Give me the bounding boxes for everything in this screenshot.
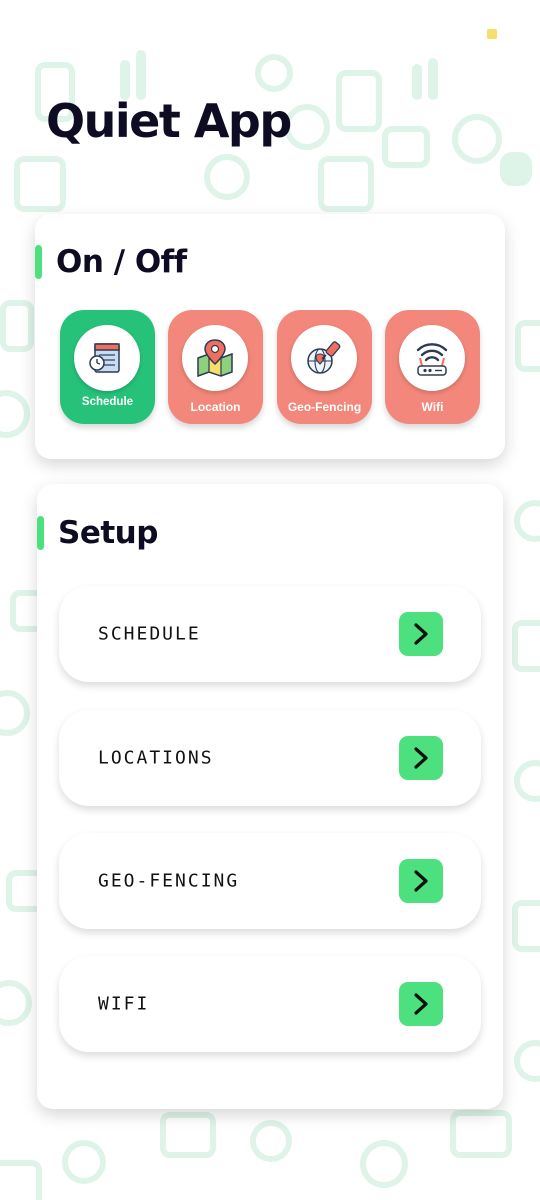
status-indicator (487, 29, 497, 39)
setup-item-label: WIFI (98, 993, 150, 1015)
toggle-label: Wifi (421, 400, 444, 414)
toggle-geo-fencing[interactable]: Geo-Fencing (277, 310, 372, 424)
setup-item-geo-fencing[interactable]: GEO-FENCING (59, 833, 481, 929)
setup-header: Setup (37, 515, 158, 551)
setup-item-label: SCHEDULE (98, 623, 201, 645)
map-pin-icon (182, 325, 248, 391)
toggle-schedule[interactable]: Schedule (60, 310, 155, 424)
section-accent-bar (37, 516, 44, 550)
toggle-label: Location (190, 400, 241, 414)
on-off-title: On / Off (56, 244, 187, 280)
on-off-card: On / Off Schedule Location Geo-Fencing W… (35, 214, 505, 459)
calendar-clock-icon (74, 325, 140, 391)
setup-item-schedule[interactable]: SCHEDULE (59, 586, 481, 682)
globe-pin-icon (291, 325, 357, 391)
wifi-router-icon (399, 325, 465, 391)
setup-title: Setup (58, 515, 158, 551)
setup-item-label: LOCATIONS (98, 747, 214, 769)
setup-item-label: GEO-FENCING (98, 870, 240, 892)
setup-item-locations[interactable]: LOCATIONS (59, 710, 481, 806)
chevron-right-icon[interactable] (399, 612, 443, 656)
setup-item-wifi[interactable]: WIFI (59, 956, 481, 1052)
on-off-header: On / Off (35, 244, 187, 280)
toggle-label: Geo-Fencing (287, 400, 362, 414)
toggle-label: Schedule (81, 396, 134, 408)
toggle-location[interactable]: Location (168, 310, 263, 424)
toggle-wifi[interactable]: Wifi (385, 310, 480, 424)
chevron-right-icon[interactable] (399, 982, 443, 1026)
setup-card: Setup SCHEDULE LOCATIONS GEO-FENCING WIF… (37, 484, 503, 1109)
chevron-right-icon[interactable] (399, 859, 443, 903)
chevron-right-icon[interactable] (399, 736, 443, 780)
section-accent-bar (35, 245, 42, 279)
app-title: Quiet App (46, 94, 292, 148)
